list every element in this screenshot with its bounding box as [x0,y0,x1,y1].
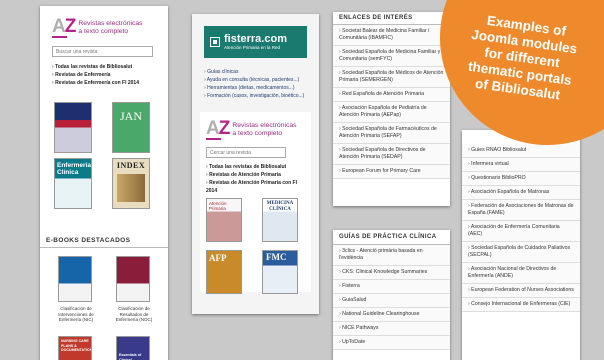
enlace-item[interactable]: Sociedad Española de Directivos de Atenc… [333,144,450,165]
link-all-journals[interactable]: Todas las revistas de Bibliosalut [52,63,160,71]
journal-cover-index-title: INDEX [116,161,146,170]
enlaces-panel: ENLACES DE INTERÉS Societat Balear de Me… [333,12,450,206]
nursing-link-item[interactable]: Sociedad Española de Cuidados Paliativos… [462,242,580,263]
link-all-journals-ap[interactable]: Todas las revistas de Bibliosalut [206,163,305,171]
left-panel-enfermeria: AZ Revistas electrónicas a texto complet… [40,6,168,360]
nursing-link-item[interactable]: Consejo Internacional de Enfermeras (CIE… [462,298,580,312]
enlace-item[interactable]: Sociedad Española de Farmacéuticos de At… [333,123,450,144]
guia-item[interactable]: UpToDate [333,336,450,350]
nursing-link-item[interactable]: Federación de Asociaciones de Matronas d… [462,200,580,221]
journal-cover-1[interactable] [54,102,92,153]
ebook-cover-nursing-care-plans[interactable]: NURSING CARE PLANS & DOCUMENTATION [58,336,92,360]
guia-item[interactable]: GuiaSalud [333,294,450,308]
az-middle-line-1: Revistas electrónicas [232,122,297,129]
guia-item[interactable]: 3clics - Atenció primària basada en l'ev… [333,245,450,266]
link-ap-journals[interactable]: Revistas de Atención Primaria [206,171,305,179]
right-panel-enfermeria-links: Guies RNAO Bibliosalut Infermera virtual… [462,130,580,360]
guia-item[interactable]: CKS: Clinical Knowledge Summaries [333,266,450,280]
journal-cover-enfermeria-title: Enfermería Clínica [57,162,91,176]
fisterra-link-guias[interactable]: Guías clínicas [204,68,319,76]
az-logo-line-1: Revistas electrónicas [78,20,143,27]
journal-cover-fmc[interactable]: FMC [262,250,298,294]
nursing-link-item[interactable]: Asociación Española de Matronas [462,186,580,200]
journal-search-input[interactable]: Buscar una revista [52,46,153,57]
ebook-title-nursing-care-plans: NURSING CARE PLANS & DOCUMENTATION [61,339,92,352]
az-logo[interactable]: AZ Revistas electrónicas a texto complet… [52,16,160,38]
enlaces-heading: ENLACES DE INTERÉS [333,12,450,25]
journal-search-input-middle[interactable]: Cercar una revista [206,147,286,158]
enlace-item[interactable]: European Forum for Primary Care [333,165,450,179]
ebook-cover-nic[interactable] [58,256,92,302]
fisterra-tagline: Atención Primaria en la Red [224,45,281,50]
journal-cover-atencion-primaria[interactable]: Atención Primaria [206,198,242,242]
link-ap-journals-fi[interactable]: Revistas de Atención Primaria con FI 201… [206,179,305,195]
enlace-item[interactable]: Asociación Española de Pediatría de Aten… [333,102,450,123]
ebooks-heading: E-BOOKS DESTACADOS [46,237,131,244]
nursing-link-item[interactable]: Infermera virtual [462,158,580,172]
enlace-item[interactable]: Sociedad Española de Medicina Familiar y… [333,46,450,67]
guias-panel: GUÍAS DE PRÁCTICA CLÍNICA 3clics - Atenc… [333,230,450,360]
cover-afp-title: AFP [209,253,227,263]
journal-cover-enfermeria-clinica[interactable]: Enfermería Clínica [54,158,92,209]
cover-fmc-title: FMC [266,252,287,262]
fisterra-link-formacion[interactable]: Formación (casos, investigación, bioétic… [204,92,319,100]
cover-mc-title: MEDICINA CLÍNICA [266,201,294,212]
nursing-link-item[interactable]: Guies RNAO Bibliosalut [462,144,580,158]
journal-cover-jan-title: JAN [119,109,142,123]
fisterra-logo-icon [210,37,220,47]
guia-item[interactable]: NICE Pathways [333,322,450,336]
az-logo-middle[interactable]: AZ Revistas electrónicas a texto complet… [206,118,305,140]
fisterra-brand: fisterra.com [224,33,287,45]
enlace-item[interactable]: Societat Balear de Medicina Familiar i C… [333,25,450,46]
journal-cover-afp[interactable]: AFP [206,250,242,294]
az-module-box: AZ Revistas electrónicas a texto complet… [200,112,311,294]
ebook-title-noc[interactable]: Clasificación de Resultados de Enfermerí… [110,306,158,323]
ebook-title-nic[interactable]: Clasificación de Intervenciones de Enfer… [52,306,100,323]
cover-ap-title: Atención Primaria [209,201,227,211]
link-nursing-journals[interactable]: Revistas de Enfermería [52,71,160,79]
nursing-link-item[interactable]: Questionaris BiblioPRO [462,172,580,186]
middle-panel-atencion-primaria: fisterra.com Atención Primaria en la Red… [192,14,319,314]
guias-heading: GUÍAS DE PRÁCTICA CLÍNICA [333,230,450,245]
az-middle-line-2: a texto completo [232,130,283,137]
journal-cover-medicina-clinica[interactable]: MEDICINA CLÍNICA [262,198,298,242]
az-logo-line-2: a texto completo [78,28,129,35]
ebook-title-clinical-research: Essentials of Clinical Research [119,353,142,360]
nursing-link-item[interactable]: Asociación Nacional de Directivos de Enf… [462,263,580,284]
az-icon: AZ [52,16,76,37]
nursing-link-item[interactable]: European Federation of Nurses Associatio… [462,284,580,298]
nursing-link-item[interactable]: Asociación de Enfermería Comunitaria (AE… [462,221,580,242]
fisterra-link-herramientas[interactable]: Herramientas (dietas, medicamentos...) [204,84,319,92]
guia-item[interactable]: Fisterra [333,280,450,294]
enlace-item[interactable]: Red Española de Atención Primaria [333,88,450,102]
ebook-cover-clinical-research[interactable]: Essentials of Clinical Research [116,336,150,360]
fisterra-link-ayuda[interactable]: Ayuda en consulta (técnicas, pacientes..… [204,76,319,84]
link-nursing-journals-fi[interactable]: Revistas de Enfermería con FI 2014 [52,79,160,87]
guia-item[interactable]: National Guideline Clearinghouse [333,308,450,322]
journal-cover-index[interactable]: INDEX [112,158,150,209]
enlace-item[interactable]: Sociedad Española de Médicos de Atención… [333,67,450,88]
az-icon-middle: AZ [206,118,230,139]
fisterra-banner[interactable]: fisterra.com Atención Primaria en la Red [204,26,307,58]
ebook-cover-noc[interactable] [116,256,150,302]
journal-cover-jan[interactable]: JAN [112,102,150,153]
